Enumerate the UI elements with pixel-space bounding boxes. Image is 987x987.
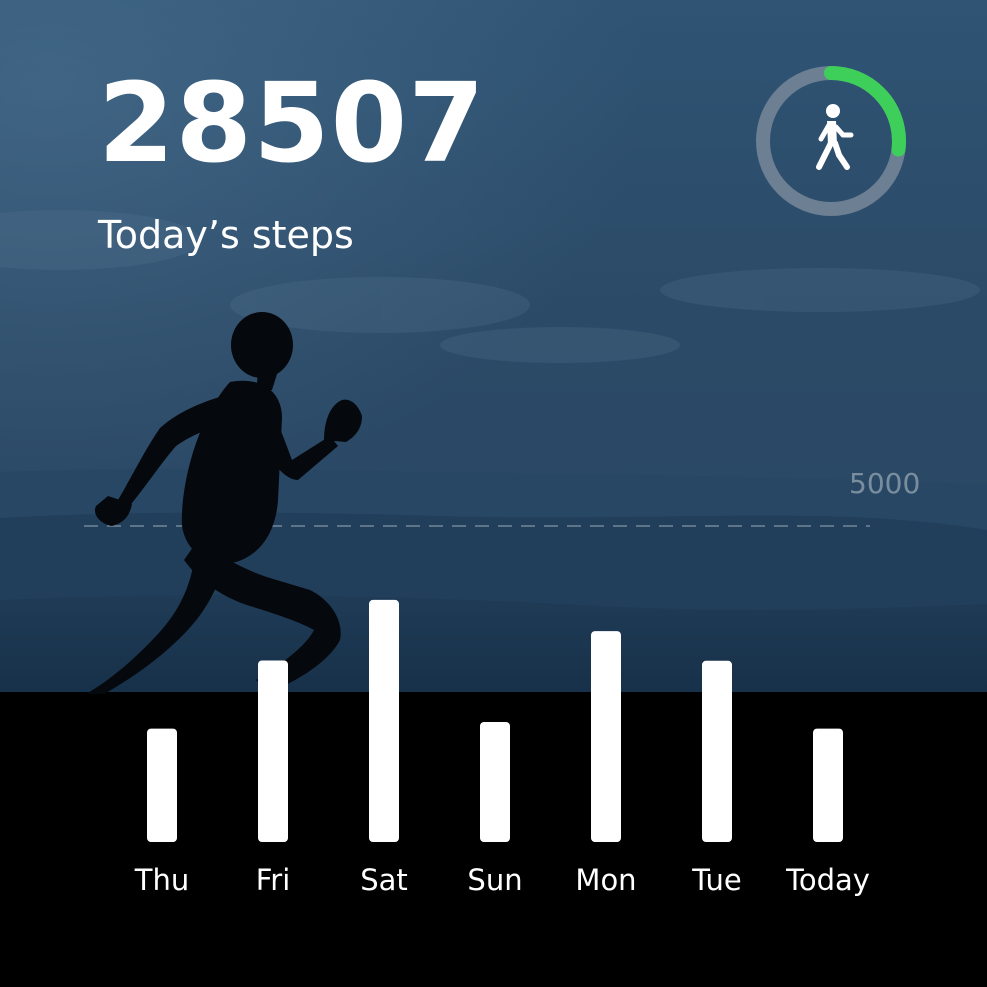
steps-label: Today’s steps — [98, 213, 354, 257]
bar-sun[interactable] — [480, 722, 510, 842]
day-label-thu: Thu — [134, 863, 190, 897]
day-label-mon: Mon — [575, 863, 637, 897]
bar-sat[interactable] — [369, 599, 399, 842]
bar-mon[interactable] — [591, 631, 621, 842]
goal-label: 5000 — [849, 467, 921, 500]
day-label-sun: Sun — [467, 863, 523, 897]
steps-widget[interactable]: 28507 Today’s steps 5000 Thu Fri Sat Sun Mon… — [0, 0, 987, 987]
bar-thu[interactable] — [147, 728, 177, 842]
day-label-sat: Sat — [360, 863, 408, 897]
bar-fri[interactable] — [258, 660, 288, 843]
bar-tue[interactable] — [702, 660, 732, 842]
progress-ring[interactable] — [752, 62, 910, 220]
steps-count: 28507 — [98, 59, 486, 187]
walking-person-icon — [816, 104, 854, 170]
day-label-tue: Tue — [692, 863, 742, 897]
bar-today[interactable] — [813, 728, 843, 842]
day-label-today: Today — [786, 863, 870, 897]
day-label-fri: Fri — [255, 863, 291, 897]
